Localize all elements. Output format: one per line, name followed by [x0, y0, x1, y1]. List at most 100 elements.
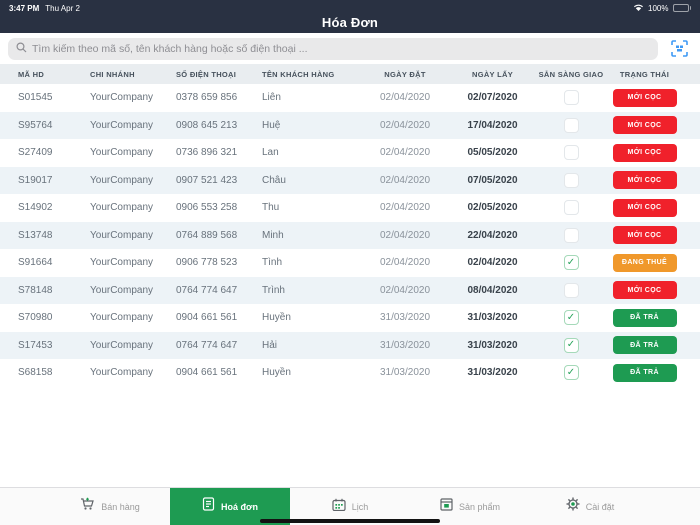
- status-badge[interactable]: MỚI CỌC: [612, 198, 677, 217]
- cell-phone: 0904 661 561: [176, 367, 238, 379]
- cell-order-date: 02/04/2020: [379, 174, 431, 186]
- table-row[interactable]: S78148 YourCompany 0764 774 647 Trình 02…: [0, 276, 700, 304]
- cell-customer-name: Liên: [262, 92, 281, 104]
- cell-phone: 0764 774 647: [176, 339, 238, 351]
- ready-checkbox[interactable]: [563, 172, 579, 188]
- search-section: [0, 33, 700, 64]
- cell-phone: 0904 661 561: [176, 312, 238, 324]
- cell-phone: 0378 659 856: [176, 92, 238, 104]
- cell-invoice-id: S19017: [18, 174, 53, 186]
- cell-invoice-id: S13748: [18, 229, 53, 241]
- cell-customer-name: Châu: [262, 174, 286, 186]
- column-header-chi-nhanh: CHI NHÁNH: [90, 69, 135, 79]
- cell-branch: YourCompany: [90, 202, 154, 214]
- table-row[interactable]: S27409 YourCompany 0736 896 321 Lan 02/0…: [0, 139, 700, 167]
- ready-checkbox[interactable]: [563, 200, 579, 216]
- status-badge[interactable]: MỚI CỌC: [612, 281, 677, 300]
- date-label: Thu Apr 2: [45, 3, 80, 13]
- column-header-ngay-dat: NGÀY ĐẶT: [384, 69, 426, 79]
- cell-customer-name: Hải: [262, 339, 278, 351]
- cell-pickup-date: 31/03/2020: [467, 339, 518, 351]
- cell-phone: 0907 521 423: [176, 174, 238, 186]
- cell-order-date: 31/03/2020: [379, 312, 431, 324]
- table-row[interactable]: S14902 YourCompany 0906 553 258 Thu 02/0…: [0, 194, 700, 222]
- status-badge[interactable]: ĐÃ TRẢ: [612, 363, 677, 382]
- cell-order-date: 31/03/2020: [379, 339, 431, 351]
- cell-customer-name: Thu: [262, 202, 280, 214]
- cell-order-date: 02/04/2020: [379, 119, 431, 131]
- tab-label: Cài đặt: [585, 501, 615, 512]
- cell-order-date: 02/04/2020: [379, 147, 431, 159]
- column-header-ngay-lay: NGÀY LẤY: [471, 69, 514, 79]
- cell-customer-name: Huyền: [262, 312, 291, 324]
- table-row[interactable]: S95764 YourCompany 0908 645 213 Huệ 02/0…: [0, 111, 700, 139]
- column-header-trang-thai: TRẠNG THÁI: [619, 69, 670, 79]
- ready-checkbox[interactable]: [563, 282, 579, 298]
- cell-customer-name: Lan: [262, 147, 279, 159]
- status-badge[interactable]: MỚI CỌC: [612, 143, 677, 162]
- ready-checkbox[interactable]: [563, 255, 579, 271]
- cell-invoice-id: S91664: [18, 257, 53, 269]
- ready-checkbox[interactable]: [563, 145, 579, 161]
- search-input[interactable]: [32, 42, 650, 55]
- table-row[interactable]: S91664 YourCompany 0906 778 523 Tình 02/…: [0, 249, 700, 277]
- cell-invoice-id: S78148: [18, 284, 53, 296]
- ready-checkbox[interactable]: [563, 365, 579, 381]
- cell-branch: YourCompany: [90, 284, 154, 296]
- table-row[interactable]: S13748 YourCompany 0764 889 568 Minh 02/…: [0, 221, 700, 249]
- cell-pickup-date: 02/04/2020: [467, 257, 518, 269]
- table-row[interactable]: S68158 YourCompany 0904 661 561 Huyền 31…: [0, 359, 700, 387]
- tab-label: Lịch: [351, 501, 369, 512]
- cell-branch: YourCompany: [90, 174, 154, 186]
- cell-invoice-id: S68158: [18, 367, 53, 379]
- tab-cai-dat[interactable]: Cài đặt: [530, 488, 650, 525]
- table-row[interactable]: S01545 YourCompany 0378 659 856 Liên 02/…: [0, 84, 700, 112]
- tab-label: Bán hàng: [101, 501, 140, 512]
- top-navbar: 3:47 PM Thu Apr 2 100% Hóa Đơn: [0, 0, 700, 33]
- cell-pickup-date: 31/03/2020: [467, 312, 518, 324]
- invoice-table: MÃ HD CHI NHÁNH SỐ ĐIỆN THOẠI TÊN KHÁCH …: [0, 64, 700, 387]
- ready-checkbox[interactable]: [563, 310, 579, 326]
- battery-percent: 100%: [648, 3, 669, 13]
- cell-branch: YourCompany: [90, 92, 154, 104]
- ready-checkbox[interactable]: [563, 90, 579, 106]
- cell-phone: 0906 778 523: [176, 257, 238, 269]
- tab-label: Sản phẩm: [458, 501, 501, 512]
- ready-checkbox[interactable]: [563, 337, 579, 353]
- cell-phone: 0736 896 321: [176, 147, 238, 159]
- search-icon: [16, 40, 27, 58]
- cell-pickup-date: 05/05/2020: [467, 147, 518, 159]
- cell-order-date: 02/04/2020: [379, 92, 431, 104]
- cell-customer-name: Huyền: [262, 367, 291, 379]
- scan-icon[interactable]: [666, 38, 692, 60]
- home-indicator[interactable]: [260, 518, 440, 523]
- cell-invoice-id: S14902: [18, 202, 53, 214]
- box-icon: [440, 497, 453, 516]
- search-bar[interactable]: [8, 37, 658, 60]
- cell-customer-name: Tình: [262, 257, 283, 269]
- status-badge[interactable]: MỚI CỌC: [612, 171, 677, 190]
- cell-branch: YourCompany: [90, 257, 154, 269]
- status-badge[interactable]: ĐANG THUÊ: [612, 253, 677, 272]
- status-badge[interactable]: MỚI CỌC: [612, 88, 677, 107]
- cell-order-date: 02/04/2020: [379, 257, 431, 269]
- status-badge[interactable]: ĐÃ TRẢ: [612, 336, 677, 355]
- status-badge[interactable]: ĐÃ TRẢ: [612, 308, 677, 327]
- table-row[interactable]: S17453 YourCompany 0764 774 647 Hải 31/0…: [0, 331, 700, 359]
- calendar-icon: [332, 498, 346, 516]
- table-row[interactable]: S70980 YourCompany 0904 661 561 Huyền 31…: [0, 304, 700, 332]
- tab-ban-hang[interactable]: Bán hàng: [50, 488, 170, 525]
- cell-order-date: 31/03/2020: [379, 367, 431, 379]
- status-badge[interactable]: MỚI CỌC: [612, 116, 677, 135]
- cell-phone: 0908 645 213: [176, 119, 238, 131]
- table-row[interactable]: S19017 YourCompany 0907 521 423 Châu 02/…: [0, 166, 700, 194]
- column-header-san-sang-giao: SẴN SÀNG GIAO: [538, 69, 604, 79]
- cell-pickup-date: 07/05/2020: [467, 174, 518, 186]
- invoice-table-body: S01545 YourCompany 0378 659 856 Liên 02/…: [0, 84, 700, 387]
- ready-checkbox[interactable]: [563, 227, 579, 243]
- cell-invoice-id: S95764: [18, 119, 53, 131]
- cell-pickup-date: 17/04/2020: [467, 119, 518, 131]
- ready-checkbox[interactable]: [563, 117, 579, 133]
- battery-icon: [672, 4, 691, 12]
- status-badge[interactable]: MỚI CỌC: [612, 226, 677, 245]
